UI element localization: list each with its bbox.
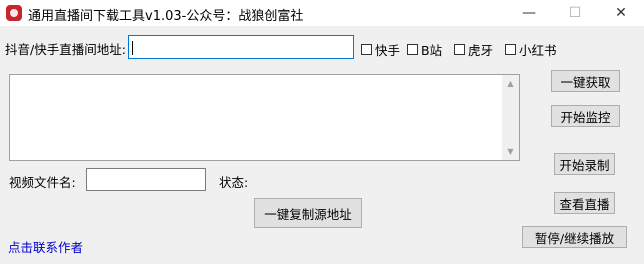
status-label: 状态: (219, 175, 249, 190)
pause-resume-button[interactable]: 暂停/继续播放 (522, 226, 627, 248)
platform-bilibili-checkbox[interactable]: B站 (407, 40, 442, 59)
close-button[interactable]: ✕ (598, 0, 644, 26)
platform-label: B站 (421, 43, 443, 58)
platform-xiaohongshu-checkbox[interactable]: 小红书 (505, 40, 557, 59)
filename-label: 视频文件名: (9, 175, 76, 190)
maximize-button[interactable]: ☐ (552, 0, 598, 26)
monitor-button[interactable]: 开始监控 (551, 105, 620, 127)
platform-kuaishou-checkbox[interactable]: 快手 (361, 40, 400, 59)
url-input[interactable] (128, 35, 354, 59)
checkbox-box (361, 44, 372, 55)
platform-label: 虎牙 (468, 43, 494, 58)
platform-huya-checkbox[interactable]: 虎牙 (454, 40, 493, 59)
record-button[interactable]: 开始录制 (554, 153, 615, 175)
checkbox-box (505, 44, 516, 55)
title-bar: 通用直播间下载工具v1.03-公众号：战狼创富社 — ☐ ✕ (0, 0, 644, 26)
checkbox-box (454, 44, 465, 55)
checkbox-box (407, 44, 418, 55)
platform-label: 快手 (375, 43, 401, 58)
app-icon (6, 5, 22, 21)
view-live-button[interactable]: 查看直播 (554, 192, 615, 214)
fetch-button[interactable]: 一键获取 (551, 70, 620, 92)
scroll-down-arrow-icon[interactable]: ▼ (502, 143, 519, 160)
minimize-button[interactable]: — (506, 0, 552, 26)
filename-input[interactable] (86, 168, 206, 191)
url-label: 抖音/快手直播间地址: (5, 42, 126, 57)
output-textarea[interactable]: ▲ ▼ (9, 74, 520, 161)
contact-author-link[interactable]: 点击联系作者 (8, 237, 83, 256)
window-title: 通用直播间下载工具v1.03-公众号：战狼创富社 (28, 9, 304, 24)
text-caret (132, 41, 133, 55)
platform-label: 小红书 (519, 43, 557, 58)
copy-source-button[interactable]: 一键复制源地址 (254, 198, 362, 228)
vertical-scrollbar[interactable]: ▲ ▼ (502, 75, 519, 160)
scroll-up-arrow-icon[interactable]: ▲ (502, 75, 519, 92)
